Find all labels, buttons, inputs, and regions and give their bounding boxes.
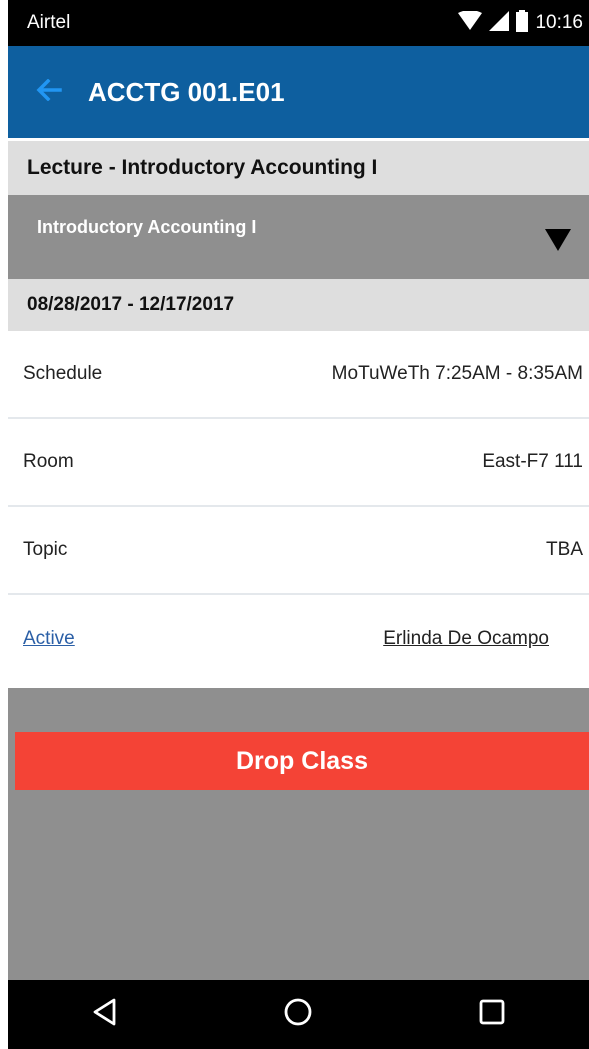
section-header: Lecture - Introductory Accounting I	[8, 141, 589, 195]
nav-back-icon	[92, 998, 118, 1031]
nav-home-button[interactable]	[268, 990, 328, 1040]
signal-icon	[489, 10, 510, 36]
date-range: 08/28/2017 - 12/17/2017	[8, 279, 589, 331]
nav-recents-icon	[479, 999, 505, 1030]
room-value: East-F7 111	[482, 451, 583, 472]
carrier-name: Airtel	[27, 12, 71, 33]
schedule-row: Schedule MoTuWeTh 7:25AM - 8:35AM	[8, 331, 589, 419]
course-dropdown[interactable]: Introductory Accounting I	[8, 195, 589, 279]
drop-class-button[interactable]: Drop Class	[15, 732, 589, 790]
wifi-icon	[458, 9, 483, 36]
schedule-value: MoTuWeTh 7:25AM - 8:35AM	[331, 363, 583, 384]
status-link[interactable]: Active	[23, 628, 75, 650]
room-row: Room East-F7 111	[8, 419, 589, 507]
status-icons: 10:16	[458, 9, 583, 37]
topic-label: Topic	[23, 539, 68, 560]
topic-value: TBA	[546, 539, 583, 560]
navigation-bar	[8, 980, 589, 1049]
action-area: Drop Class	[8, 688, 589, 980]
back-arrow-icon	[36, 78, 62, 106]
app-bar: ACCTG 001.E01	[8, 46, 589, 138]
status-bar: Airtel 10:16	[8, 0, 589, 46]
topic-row: Topic TBA	[8, 507, 589, 595]
schedule-label: Schedule	[23, 363, 103, 384]
nav-recents-button[interactable]	[462, 990, 522, 1040]
status-time: 10:16	[535, 12, 583, 33]
back-button[interactable]	[30, 73, 68, 111]
course-dropdown-value: Introductory Accounting I	[37, 217, 257, 237]
nav-back-button[interactable]	[75, 990, 135, 1040]
nav-home-icon	[283, 997, 313, 1032]
page-title: ACCTG 001.E01	[88, 76, 285, 107]
instructor-link[interactable]: Erlinda De Ocampo	[383, 628, 549, 650]
screen: Airtel 10:16 ACCTG 001.E01 Lecture - Int…	[0, 0, 589, 1049]
battery-icon	[516, 9, 529, 37]
dropdown-triangle-icon	[545, 229, 571, 256]
room-label: Room	[23, 451, 74, 472]
details-list: Schedule MoTuWeTh 7:25AM - 8:35AM Room E…	[8, 331, 589, 683]
status-row: Active Erlinda De Ocampo	[8, 595, 589, 683]
